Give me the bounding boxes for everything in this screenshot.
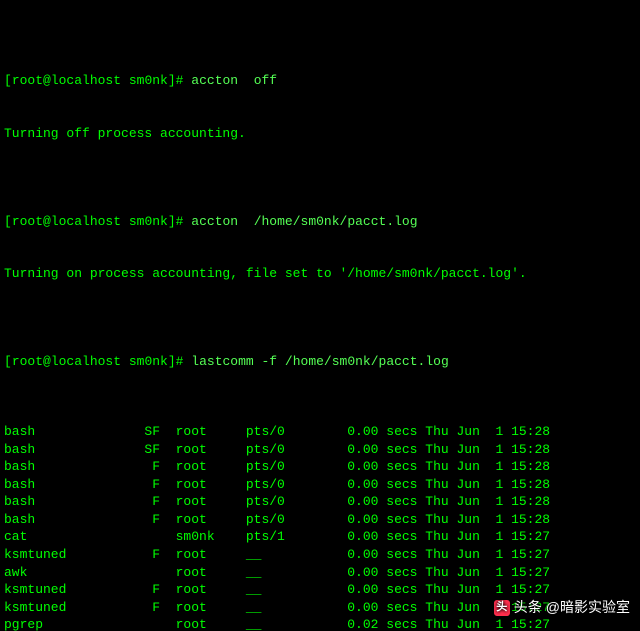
typed-command-1: accton off [191,73,277,88]
lastcomm-row: bash F root pts/0 0.00 secs Thu Jun 1 15… [4,511,636,529]
lastcomm-row: bash F root pts/0 0.00 secs Thu Jun 1 15… [4,458,636,476]
typed-command-2: accton /home/sm0nk/pacct.log [191,214,417,229]
lastcomm-row: bash SF root pts/0 0.00 secs Thu Jun 1 1… [4,441,636,459]
lastcomm-row: bash F root pts/0 0.00 secs Thu Jun 1 15… [4,493,636,511]
lastcomm-row: bash F root pts/0 0.00 secs Thu Jun 1 15… [4,476,636,494]
output-msg-2: Turning on process accounting, file set … [4,265,636,283]
terminal-output: [root@localhost sm0nk]# accton off Turni… [0,0,640,631]
lastcomm-row: cat sm0nk pts/1 0.00 secs Thu Jun 1 15:2… [4,528,636,546]
lastcomm-row: ksmtuned F root __ 0.00 secs Thu Jun 1 1… [4,581,636,599]
prompt-line-1[interactable]: [root@localhost sm0nk]# accton off [4,72,636,90]
output-msg-1: Turning off process accounting. [4,125,636,143]
typed-command-3: lastcomm -f /home/sm0nk/pacct.log [191,354,448,369]
prompt-line-2[interactable]: [root@localhost sm0nk]# accton /home/sm0… [4,213,636,231]
prompt-symbol: # [176,73,184,88]
lastcomm-row: ksmtuned F root __ 0.00 secs Thu Jun 1 1… [4,546,636,564]
watermark-handle: @暗影实验室 [546,598,630,617]
prompt-user-host: root@localhost [12,73,121,88]
prompt-line-3[interactable]: [root@localhost sm0nk]# lastcomm -f /hom… [4,353,636,371]
toutiao-icon: 头 [494,600,510,616]
watermark: 头 头条@暗影实验室 [494,598,630,617]
lastcomm-row: bash SF root pts/0 0.00 secs Thu Jun 1 1… [4,423,636,441]
watermark-prefix: 头条 [514,598,542,617]
prompt-cwd: sm0nk [129,73,168,88]
lastcomm-row: pgrep root __ 0.02 secs Thu Jun 1 15:27 [4,616,636,631]
lastcomm-row: awk root __ 0.00 secs Thu Jun 1 15:27 [4,564,636,582]
